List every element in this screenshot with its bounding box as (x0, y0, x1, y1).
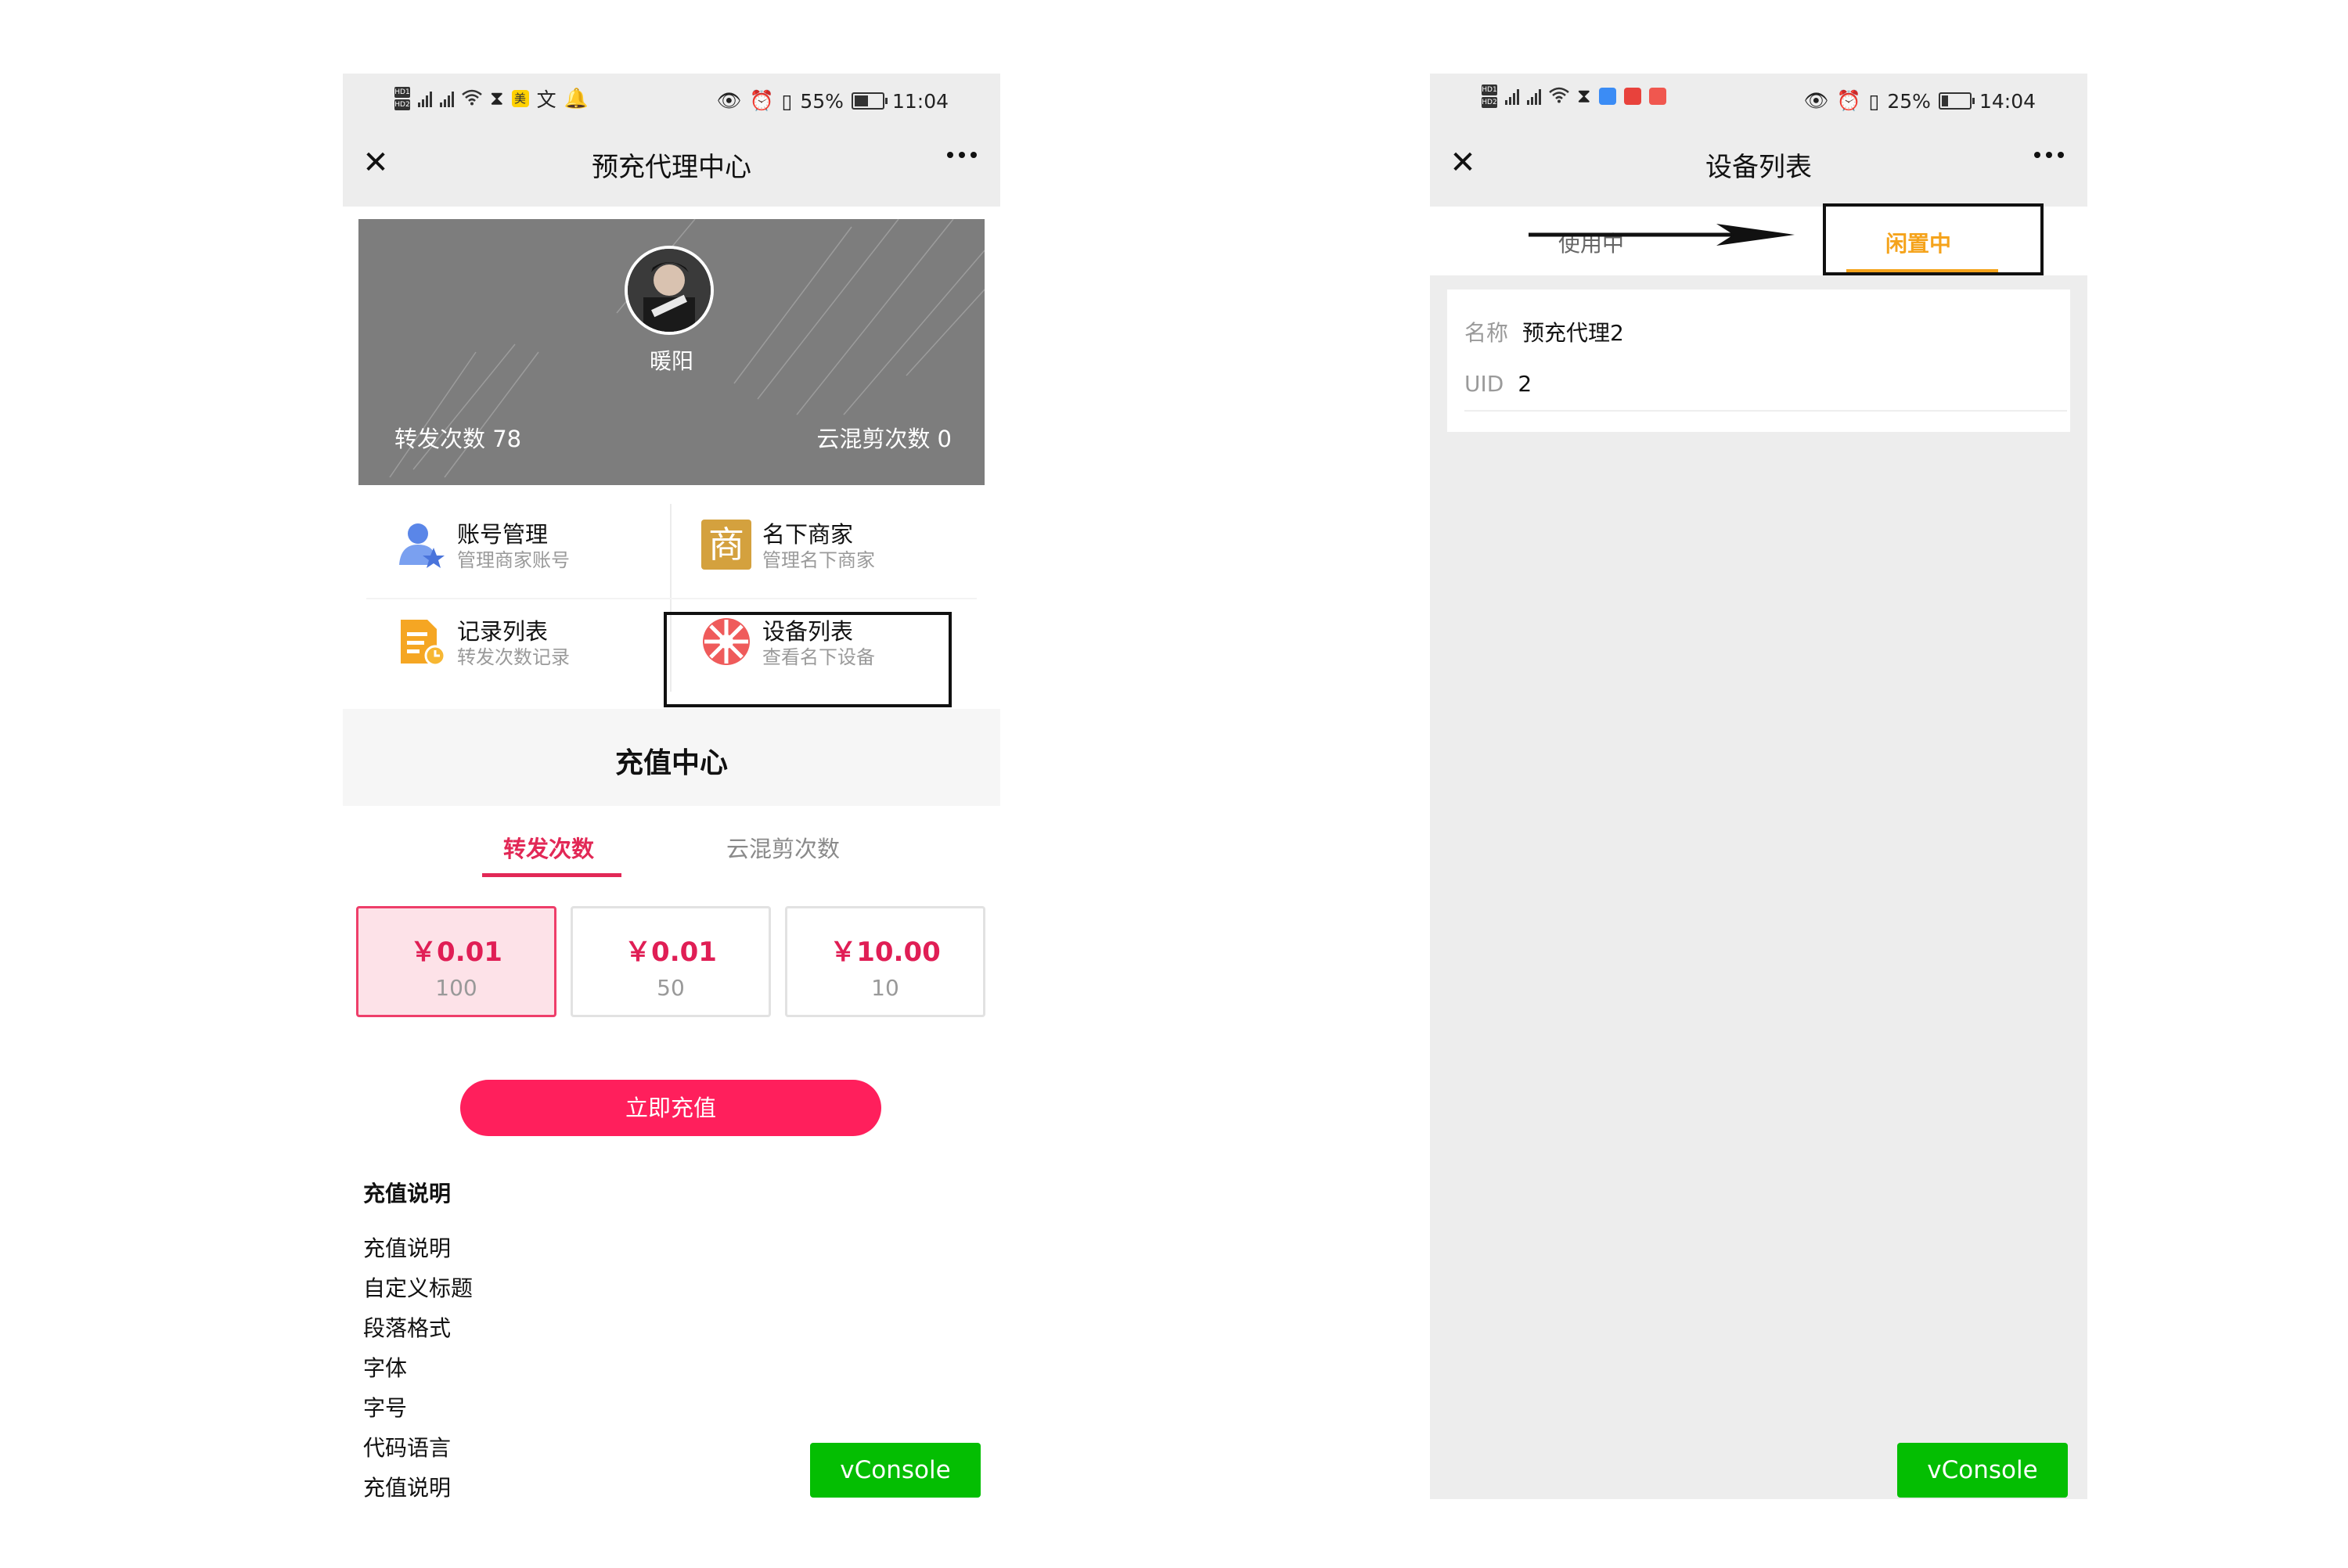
signal-icon (418, 90, 432, 107)
vconsole-button[interactable]: vConsole (810, 1443, 981, 1498)
avatar[interactable] (625, 246, 714, 335)
alarm-icon: ⏰ (749, 89, 774, 112)
menu-records[interactable]: 记录列表 转发次数记录 (396, 598, 693, 684)
package-count: 10 (871, 975, 899, 1001)
status-right-icons: 👁 ⏰ ▯ 55% 11:04 (717, 89, 949, 113)
wifi-icon (462, 88, 482, 110)
phone-screen-agent-center: HD1HD2 ⧗ 美 文 🔔 👁 ⏰ ▯ 55% 11:04 ✕ 预充代理中心 (343, 74, 1000, 1499)
vconsole-button[interactable]: vConsole (1897, 1443, 2068, 1498)
recharge-notes-list: 充值说明 自定义标题 段落格式 字体 字号 代码语言 充值说明 (363, 1228, 473, 1499)
package-card[interactable]: ￥0.01 50 (571, 906, 771, 1017)
hd-icon: HD1 HD2 (1482, 85, 1497, 108)
status-time: 14:04 (1979, 89, 2036, 113)
vibrate-icon: ▯ (781, 89, 793, 113)
recharge-center-header: 充值中心 (343, 709, 1000, 806)
device-uid-row: UID 2 (1464, 371, 1532, 397)
tab-forward-count[interactable]: 转发次数 (503, 831, 594, 864)
alarm-icon: ⏰ (1836, 89, 1861, 112)
status-left-icons: HD1 HD2 ⧗ 美 文 🔔 (394, 85, 589, 113)
menu-subtitle: 转发次数记录 (457, 646, 570, 668)
signal-icon-2 (440, 90, 454, 107)
device-uid-label: UID (1464, 371, 1504, 397)
eye-icon: 👁 (716, 89, 742, 112)
app-icon-blue (1598, 88, 1616, 105)
page-title: 预充代理中心 (592, 152, 751, 183)
hourglass-icon: ⧗ (1577, 85, 1591, 107)
app-icon-red (1623, 88, 1641, 105)
more-icon[interactable] (947, 152, 977, 158)
package-price: ￥10.00 (830, 937, 941, 968)
cloud-edit-count: 云混剪次数 0 (816, 426, 952, 452)
device-uid-value: 2 (1518, 371, 1532, 397)
status-bar: HD1 HD2 ⧗ 👁 ⏰ ▯ 25% 14:04 (1430, 74, 2087, 128)
profile-banner: 暖阳 转发次数 78 云混剪次数 0 (358, 219, 985, 485)
package-price: ￥0.01 (625, 937, 717, 968)
forward-count: 转发次数 78 (394, 426, 522, 452)
nickname: 暖阳 (649, 348, 693, 374)
menu-merchants[interactable]: 商 名下商家 管理名下商家 (701, 501, 999, 587)
avatar-photo (628, 249, 711, 332)
package-card[interactable]: ￥0.01 100 (356, 906, 556, 1017)
vibrate-icon: ▯ (1868, 89, 1880, 113)
device-name-label: 名称 (1464, 320, 1509, 346)
list-item: 充值说明 (363, 1475, 452, 1499)
more-icon[interactable] (2034, 152, 2064, 158)
recharge-now-button[interactable]: 立即充值 (460, 1080, 881, 1136)
phone-screen-device-list: HD1HD2 ⧗ 👁 ⏰ ▯ 25% 14:04 ✕ 设备列表 使用中 闲置中 (1430, 74, 2087, 1499)
hourglass-icon: ⧗ (490, 87, 504, 110)
translate-icon: 文 (536, 88, 556, 111)
status-bar: HD1 HD2 ⧗ 美 文 🔔 👁 ⏰ ▯ 55% 11:04 (343, 74, 1000, 128)
bell-icon: 🔔 (564, 87, 589, 110)
battery-percent: 55% (800, 89, 844, 113)
page-title: 设备列表 (1705, 152, 1812, 183)
package-price: ￥0.01 (410, 937, 502, 968)
status-left-icons: HD1 HD2 ⧗ (1482, 85, 1666, 108)
battery-icon (1938, 92, 1975, 110)
recharge-tabs: 转发次数 云混剪次数 (343, 807, 1000, 886)
divider (1464, 410, 2067, 412)
hd-icon: HD1 HD2 (394, 87, 410, 110)
battery-icon (851, 92, 888, 110)
device-name-row: 名称 预充代理2 (1464, 316, 1624, 347)
device-name-value: 预充代理2 (1522, 320, 1624, 346)
menu-subtitle: 管理商家账号 (457, 549, 570, 571)
active-tab-underline (482, 873, 621, 877)
list-item: 充值说明 (363, 1235, 452, 1261)
package-card[interactable]: ￥10.00 10 (785, 906, 985, 1017)
list-item: 段落格式 (363, 1315, 452, 1341)
merchant-icon: 商 (701, 520, 751, 570)
tab-cloud-edit-count[interactable]: 云混剪次数 (726, 831, 840, 864)
list-item: 字体 (363, 1355, 408, 1381)
meituan-app-icon: 美 (511, 90, 529, 107)
annotation-arrow (1529, 224, 1795, 246)
app-icon-red-2 (1648, 88, 1666, 105)
records-icon (396, 617, 446, 667)
signal-icon (1505, 88, 1519, 105)
menu-subtitle: 管理名下商家 (762, 549, 875, 571)
account-icon (396, 520, 446, 570)
recharge-center-title: 充值中心 (614, 747, 728, 779)
nav-bar: ✕ 设备列表 (1430, 128, 2087, 207)
annotation-highlight-box (1823, 203, 2044, 275)
battery-percent: 25% (1887, 89, 1931, 113)
wifi-icon (1549, 85, 1569, 108)
list-item: 字号 (363, 1395, 408, 1421)
status-time: 11:04 (891, 89, 949, 113)
status-right-icons: 👁 ⏰ ▯ 25% 14:04 (1804, 89, 2036, 113)
signal-icon-2 (1527, 88, 1541, 105)
eye-icon: 👁 (1803, 89, 1829, 112)
device-card[interactable]: 名称 预充代理2 UID 2 (1447, 290, 2070, 432)
menu-account-management[interactable]: 账号管理 管理商家账号 (396, 501, 693, 587)
recharge-notes-title: 充值说明 (363, 1181, 452, 1207)
package-count: 50 (657, 975, 685, 1001)
nav-bar: ✕ 预充代理中心 (343, 128, 1000, 207)
list-item: 自定义标题 (363, 1275, 474, 1301)
list-item: 代码语言 (363, 1435, 452, 1461)
package-count: 100 (435, 975, 477, 1001)
annotation-highlight-box (664, 612, 952, 707)
